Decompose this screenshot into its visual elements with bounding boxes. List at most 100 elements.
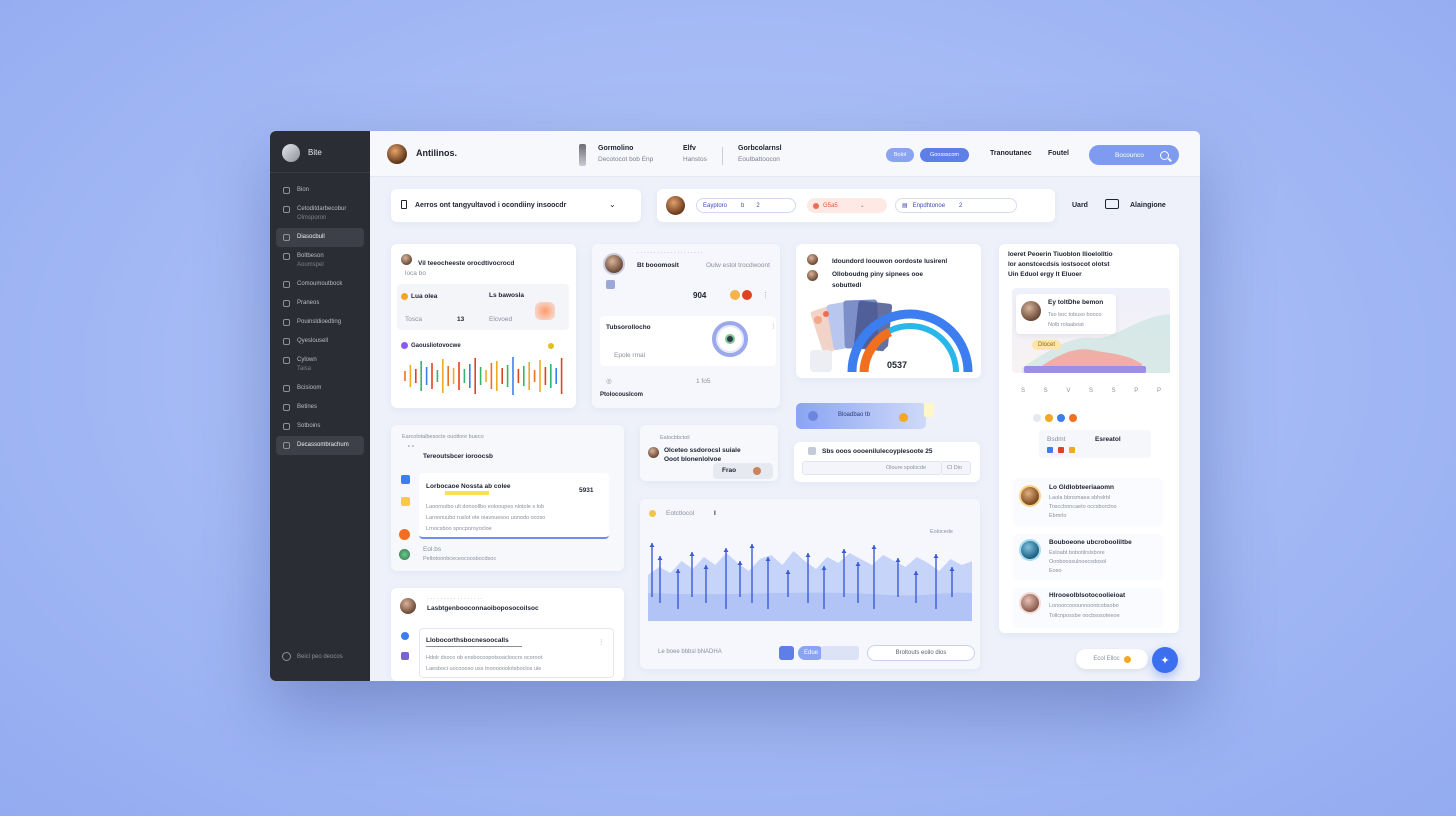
sidebar-item[interactable]: Boltbeson Aoumspel (276, 247, 364, 275)
meter-panel: Tubsorollocho Epole rmal ⋮ (600, 316, 777, 366)
sidebar-item-label: Boltbeson Aoumspel (297, 252, 324, 270)
note-line-3: Lrnocsboo spocporoyocloe (426, 526, 492, 532)
card-avatar[interactable] (807, 270, 818, 281)
stat-a-sub: Tosca (405, 316, 422, 323)
sidebar-item-text: Boltbeson (297, 253, 324, 259)
area-chart-panel: Ey toltDhe bemon Tso boc tobuso booco No… (1012, 288, 1170, 373)
sidebar-item[interactable]: Cetoditdarbecobur Olmsporon (276, 200, 364, 228)
user-avatar[interactable] (387, 144, 407, 164)
topbar-item-3[interactable]: Gorbcolarnsl Eoutbattoocon (738, 144, 782, 164)
card-bar-chart: Eotctlocol l Eolocede Le boee bbbsl bNAD… (640, 499, 980, 669)
progress-bar[interactable]: Bloadbao tb (796, 403, 926, 429)
card-4-title: Ioeret Peoerin Tiuoblon Ilioelolltio (1008, 251, 1113, 258)
compose-fab-icon[interactable]: ✦ (1152, 647, 1178, 673)
sidebar-item[interactable]: Comoumoutbock (276, 275, 364, 294)
sidebar-item[interactable]: Sotboins (276, 417, 364, 436)
feed-item-3[interactable]: Hlrooeolblsotocoolieioat Lonoorcooounooo… (1013, 588, 1163, 628)
menu-icon[interactable]: ⋮ (770, 322, 777, 330)
card-avatar[interactable] (648, 447, 659, 458)
reaction-icon[interactable] (1057, 414, 1065, 422)
card-avatar[interactable] (400, 598, 416, 614)
chart-spike-head (841, 549, 847, 553)
filter-link-2[interactable]: Alaingione (1130, 202, 1166, 209)
sidebar-item[interactable]: Bcisioom (276, 379, 364, 398)
list-icon: ▤ (902, 203, 908, 209)
nav-icon (283, 338, 290, 345)
shield-icon[interactable] (779, 646, 794, 660)
axis-tick-label: P (1156, 388, 1161, 394)
filter-chip-3[interactable]: ▤ Enpdhtonoe 2 (895, 198, 1017, 213)
menu-icon[interactable]: ⋮ (598, 638, 605, 646)
feed-item-1[interactable]: Lo Gldlobteeriaaomn Laola bbnsmaea sbhsl… (1013, 478, 1163, 526)
chart-action-button[interactable]: Broltouts eoilo dios (867, 645, 975, 661)
chevron-down-icon: ⌄ (609, 200, 616, 209)
feed-item-1-sub: Laola bbnsmaea sbhslrbl (1049, 495, 1111, 501)
menu-icon[interactable]: ⋮ (762, 291, 769, 299)
eye-icon[interactable]: ◎ (606, 377, 612, 385)
card-avatar[interactable] (401, 254, 412, 265)
profile-popover[interactable]: Ey toltDhe bemon Tso boc tobuso booco No… (1016, 294, 1116, 334)
inline-input[interactable]: Oloure spolocde (802, 461, 942, 475)
topbar-item-2[interactable]: Elfv Hanstos (683, 144, 707, 164)
sidebar-item-label: Bion (297, 186, 309, 195)
filter-chip-3-count: 2 (959, 202, 963, 209)
floating-pill[interactable]: Ecol Elloc (1076, 649, 1148, 669)
sidebar-item[interactable]: Qyeslousell (276, 332, 364, 351)
tab-1[interactable]: Bsdmt (1047, 436, 1065, 443)
grid-view-icon[interactable] (1105, 199, 1119, 209)
topbar-item-1[interactable]: Gormolino Decotocot bob Enp (598, 144, 653, 164)
sidebar-item[interactable]: Decassombrachum (276, 436, 364, 455)
card-2-value: 904 (693, 291, 707, 300)
chart-pill-2[interactable] (821, 646, 859, 660)
card-5-header: Earcolotalbesocte ouotlore bueco (402, 434, 484, 440)
reaction-icon[interactable] (1033, 414, 1041, 422)
pill-button-2[interactable]: Goossscom (920, 148, 969, 162)
sidebar-item[interactable]: Betines (276, 398, 364, 417)
filter-chip-2[interactable]: G5a5 ⌄ (807, 198, 887, 213)
top-bar: Antilinos. Gormolino Decotocot bob Enp E… (370, 131, 1200, 177)
badge-icon (742, 290, 752, 300)
sidebar-item[interactable]: Pouinsldioedting (276, 313, 364, 332)
checkbox-icon[interactable] (808, 447, 816, 455)
feed-item-2-sub: Esloabt bobotilrslsbore (1049, 550, 1105, 556)
profile-sub-2: Nolb rolaaboat (1048, 322, 1084, 328)
card-5-footer: Eol.bs (423, 546, 442, 553)
sidebar-item[interactable]: Cylown Taisa (276, 351, 364, 379)
article-preview[interactable]: Llobocorthsbocnesoocalls ⋮ Hdolr dsoco o… (419, 628, 614, 678)
card-article: · · · · · · · · · · · · · · · · · Lasbtg… (391, 588, 624, 681)
chart-spike-head (657, 556, 663, 560)
badge-icon (899, 413, 908, 422)
avatar-icon (753, 467, 761, 475)
feed-item-2[interactable]: Bouboeone ubcrobooliltbe Esloabt bobotil… (1013, 534, 1163, 580)
pill-button-1[interactable]: Bolol (886, 148, 914, 162)
sidebar-brand[interactable]: Bite (270, 131, 370, 173)
card-6-button[interactable]: Frao (713, 463, 773, 479)
progress-ring (712, 321, 748, 357)
reaction-icon[interactable] (1045, 414, 1053, 422)
note-editor[interactable]: Lorbocaoe Nossta ab colee 5931 Laoornoib… (419, 473, 609, 539)
search-button[interactable]: Bocounco (1089, 145, 1179, 165)
profile-name: Ey toltDhe bemon (1048, 299, 1104, 306)
card-avatar[interactable] (603, 253, 625, 275)
nav-icon (283, 442, 290, 449)
card-avatar[interactable] (807, 254, 818, 265)
flag-icon (808, 411, 818, 421)
topbar-link-2[interactable]: Foutel (1048, 150, 1069, 157)
tab-2[interactable]: Esreatol (1095, 436, 1121, 443)
sidebar-item[interactable]: Bion (276, 181, 364, 200)
sidebar-item-label: Betines (297, 403, 317, 412)
filter-chip-1[interactable]: Eayptoro b 2 (696, 198, 796, 213)
sidebar-item[interactable]: Diasocbull (276, 228, 364, 247)
chart-legend-icon (401, 342, 408, 349)
filter-link-1[interactable]: Uard (1072, 202, 1088, 209)
nav-icon (283, 423, 290, 430)
filter-dropdown[interactable]: Aerros ont tangyultavod i ocondiiny inso… (391, 189, 641, 222)
filter-avatar[interactable] (666, 196, 685, 215)
sidebar-footer[interactable]: Beicl peo deocos (282, 652, 343, 661)
topbar-link-1[interactable]: Tranoutanec (990, 150, 1032, 157)
stat-b-sub: Elcvoed (489, 316, 513, 323)
nav-icon (283, 404, 290, 411)
sidebar-item[interactable]: Praneos (276, 294, 364, 313)
reaction-icon[interactable] (1069, 414, 1077, 422)
inline-filter[interactable]: Cl Dio (941, 461, 971, 475)
